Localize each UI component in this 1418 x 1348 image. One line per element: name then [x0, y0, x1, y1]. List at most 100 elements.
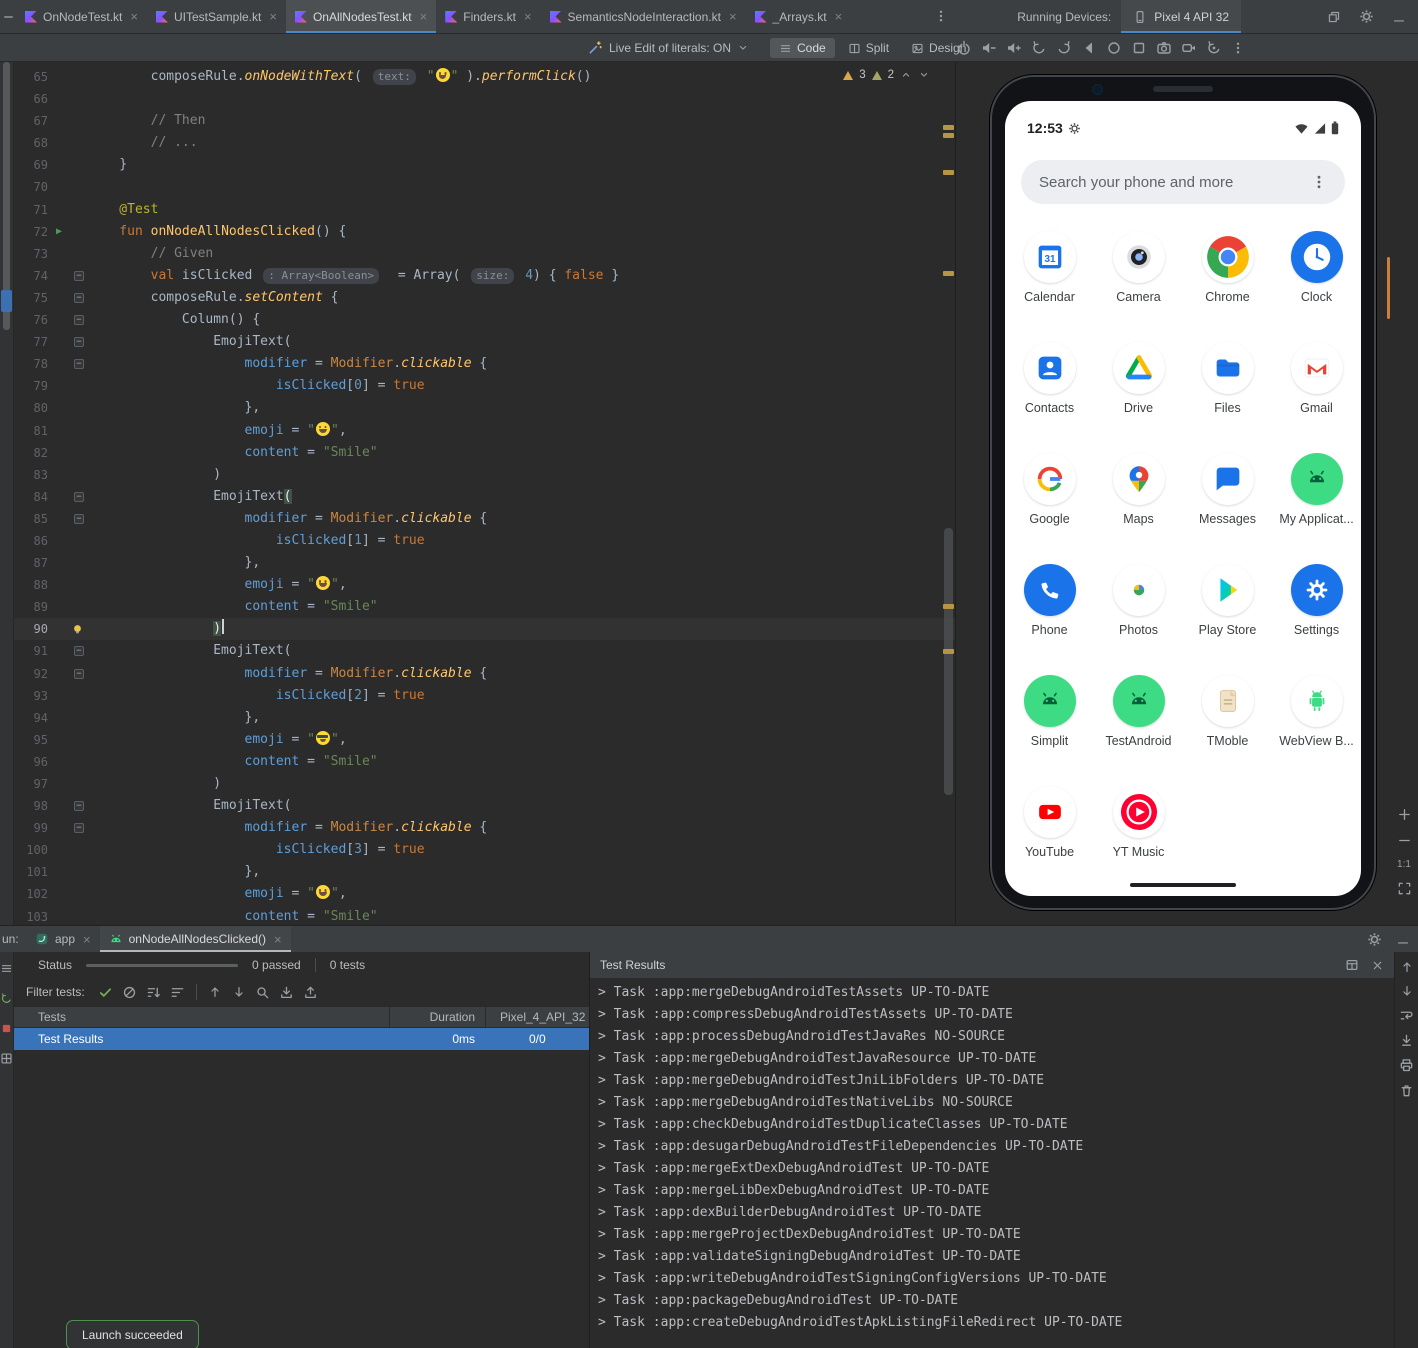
code-line[interactable]: 96 content = "Smile" — [14, 751, 955, 773]
volume-up-icon[interactable] — [1006, 40, 1022, 56]
tool-window-indicator[interactable] — [1, 290, 12, 312]
screenshot-icon[interactable] — [1156, 40, 1172, 56]
test-history-icon[interactable] — [252, 982, 274, 1002]
run-test-icon[interactable]: ▶ — [56, 221, 62, 243]
code-line[interactable]: 83 ) — [14, 464, 955, 486]
code-line[interactable]: 98 − EmojiText( — [14, 795, 955, 817]
code-line[interactable]: 81 emoji = " ", — [14, 420, 955, 442]
fold-icon[interactable]: − — [74, 359, 84, 370]
stop-icon[interactable] — [0, 1022, 13, 1035]
app-shortcut-contacts[interactable]: Contacts — [1005, 342, 1094, 453]
app-shortcut-google[interactable]: Google — [1005, 453, 1094, 564]
fold-icon[interactable]: − — [74, 337, 84, 348]
code-line[interactable]: 103 content = "Smile" — [14, 906, 955, 925]
editor-tab-finders-kt[interactable]: Finders.kt × — [436, 0, 540, 33]
close-tab-icon[interactable]: × — [274, 933, 282, 946]
app-shortcut-drive[interactable]: Drive — [1094, 342, 1183, 453]
editor-scrollbar[interactable] — [944, 528, 953, 795]
app-shortcut-maps[interactable]: Maps — [1094, 453, 1183, 564]
zoom-reset-label[interactable]: 1:1 — [1397, 859, 1411, 870]
fold-icon[interactable]: − — [74, 823, 84, 834]
code-line[interactable]: 82 content = "Smile" — [14, 442, 955, 464]
float-window-icon[interactable] — [1327, 10, 1341, 24]
close-tab-icon[interactable]: × — [83, 933, 91, 946]
code-line[interactable]: 66 — [14, 88, 955, 110]
nav-handle[interactable] — [1130, 883, 1236, 887]
export-tests-icon[interactable] — [300, 982, 322, 1002]
zoom-out-icon[interactable] — [1397, 833, 1412, 848]
inspections-widget[interactable]: 3 2 — [836, 67, 937, 83]
code-line[interactable]: 70 — [14, 176, 955, 198]
code-line[interactable]: 74 − val isClicked : Array<Boolean> = Arr… — [14, 265, 955, 287]
code-line[interactable]: 89 content = "Smile" — [14, 596, 955, 618]
search-more-icon[interactable] — [1311, 174, 1327, 190]
code-line[interactable]: 67 // Then — [14, 110, 955, 132]
editor-tab-onallnodestest-kt[interactable]: OnAllNodesTest.kt × — [285, 0, 437, 33]
fold-icon[interactable]: − — [74, 491, 84, 502]
code-line[interactable]: 79 isClicked[0] = true — [14, 375, 955, 397]
app-shortcut-my-applicat[interactable]: My Applicat... — [1272, 453, 1361, 564]
code-line[interactable]: 100 isClicked[3] = true — [14, 839, 955, 861]
app-shortcut-settings[interactable]: Settings — [1272, 564, 1361, 675]
structure-icon[interactable] — [0, 962, 13, 975]
app-shortcut-simplit[interactable]: Simplit — [1005, 675, 1094, 786]
lightbulb-icon[interactable] — [71, 623, 84, 636]
app-shortcut-photos[interactable]: Photos — [1094, 564, 1183, 675]
code-line[interactable]: 72 ▶ fun onNodeAllNodesClicked() { — [14, 221, 955, 243]
code-line[interactable]: 69 } — [14, 154, 955, 176]
code-line[interactable]: 101 }, — [14, 861, 955, 883]
record-icon[interactable] — [1181, 40, 1197, 56]
code-line[interactable]: 68 // ... — [14, 132, 955, 154]
run-settings-icon[interactable] — [1367, 932, 1382, 947]
layout-icon[interactable] — [0, 1052, 13, 1065]
code-line[interactable]: 94 }, — [14, 707, 955, 729]
code-line[interactable]: 86 isClicked[1] = true — [14, 530, 955, 552]
code-line[interactable]: 92 − modifier = Modifier.clickable { — [14, 663, 955, 685]
code-line[interactable]: 65 composeRule.onNodeWithText( text: " " … — [14, 66, 955, 88]
live-edit-control[interactable]: Live Edit of literals: ON — [588, 34, 749, 61]
app-shortcut-files[interactable]: Files — [1183, 342, 1272, 453]
code-line[interactable]: 85 − modifier = Modifier.clickable { — [14, 508, 955, 530]
code-area[interactable]: 65 composeRule.onNodeWithText( text: " " … — [14, 62, 955, 925]
previous-occurrence-icon[interactable] — [204, 982, 226, 1002]
rerun-icon[interactable] — [0, 992, 13, 1005]
code-line[interactable]: 95 emoji = " ", — [14, 729, 955, 751]
test-results-row[interactable]: Test Results 0ms 0/0 — [14, 1028, 589, 1050]
code-line[interactable]: 71 @Test — [14, 199, 955, 221]
settings-gear-icon[interactable] — [1359, 9, 1374, 24]
fold-icon[interactable]: − — [74, 292, 84, 303]
code-line[interactable]: 80 }, — [14, 397, 955, 419]
app-shortcut-clock[interactable]: Clock — [1272, 231, 1361, 342]
app-shortcut-messages[interactable]: Messages — [1183, 453, 1272, 564]
show-ignored-icon[interactable] — [119, 982, 141, 1002]
app-shortcut-camera[interactable]: Camera — [1094, 231, 1183, 342]
fold-icon[interactable]: − — [74, 668, 84, 679]
scroll-up-icon[interactable] — [1400, 960, 1414, 974]
more-icon[interactable] — [1231, 41, 1245, 55]
search-bar[interactable]: Search your phone and more — [1021, 160, 1345, 204]
view-mode-split[interactable]: Split — [839, 38, 898, 58]
snapshot-icon[interactable] — [1206, 40, 1222, 56]
app-shortcut-phone[interactable]: Phone — [1005, 564, 1094, 675]
next-occurrence-icon[interactable] — [228, 982, 250, 1002]
zoom-in-icon[interactable] — [1397, 807, 1412, 822]
editor-tab-onnodetest-kt[interactable]: OnNodeTest.kt × — [16, 0, 147, 33]
editor-tab-arrays-kt[interactable]: _Arrays.kt × — [746, 0, 852, 33]
close-console-icon[interactable] — [1371, 959, 1384, 972]
next-problem-icon[interactable] — [918, 69, 930, 81]
hide-panel-icon[interactable] — [1392, 10, 1406, 24]
col-duration[interactable]: Duration — [389, 1007, 485, 1027]
hide-run-panel-icon[interactable] — [1396, 932, 1410, 946]
tab-overflow-icon[interactable] — [934, 9, 948, 26]
code-line[interactable]: 91 − EmojiText( — [14, 640, 955, 662]
app-shortcut-chrome[interactable]: Chrome — [1183, 231, 1272, 342]
sort-by-duration-icon[interactable] — [167, 982, 189, 1002]
editor-tab-semanticsnodeinteraction-kt[interactable]: SemanticsNodeInteraction.kt × — [541, 0, 746, 33]
close-tab-icon[interactable]: × — [729, 10, 737, 23]
col-device[interactable]: Pixel_4_API_32 — [485, 1007, 589, 1027]
change-view-layout-icon[interactable] — [1345, 958, 1359, 972]
app-shortcut-play-store[interactable]: Play Store — [1183, 564, 1272, 675]
clear-all-icon[interactable] — [1399, 1083, 1414, 1098]
volume-down-icon[interactable] — [981, 40, 997, 56]
code-line[interactable]: 73 // Given — [14, 243, 955, 265]
